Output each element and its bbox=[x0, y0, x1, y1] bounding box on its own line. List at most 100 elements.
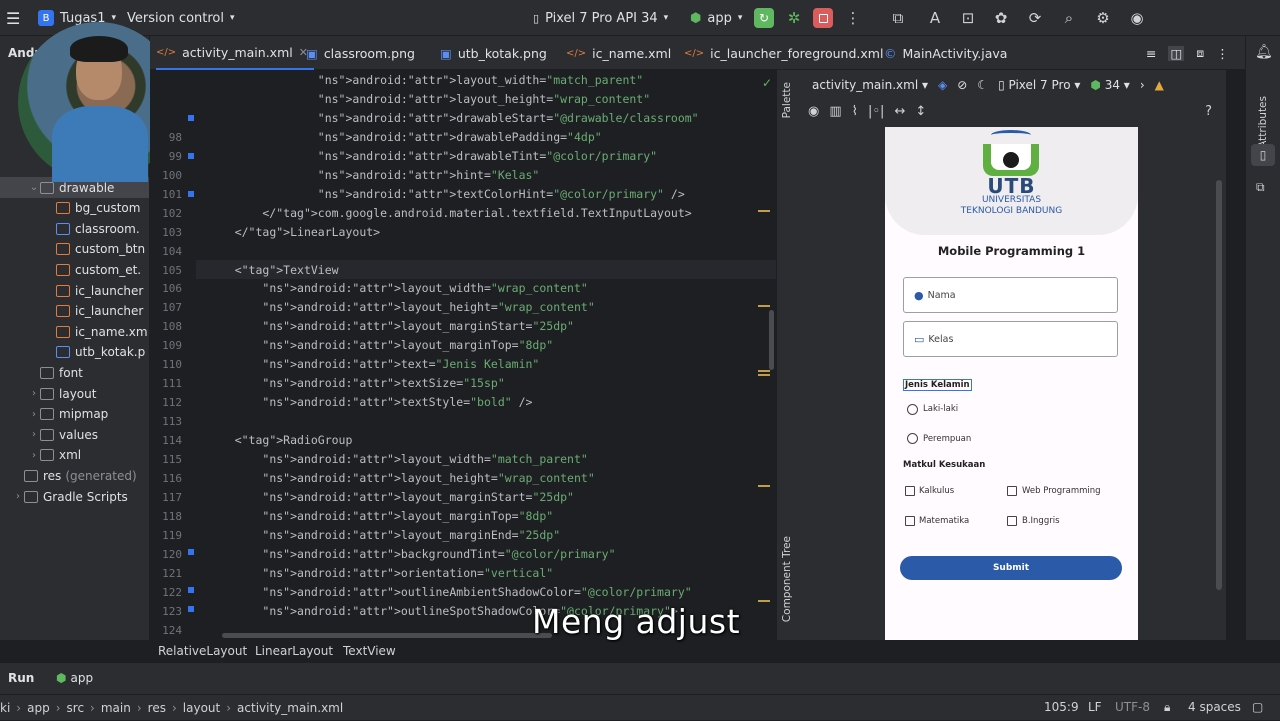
tree-item[interactable]: bg_custom bbox=[0, 198, 149, 219]
path-segment[interactable]: activity_main.xml bbox=[237, 701, 343, 715]
phone-preview[interactable]: UTB UNIVERSITAS TEKNOLOGI BANDUNG Mobile… bbox=[885, 127, 1138, 640]
code-editor[interactable]: "ns">android:"attr">layout_width="match_… bbox=[150, 70, 776, 640]
checkbox-b-inggris[interactable] bbox=[1007, 516, 1017, 526]
device-mirror-button[interactable]: ⊡ bbox=[958, 8, 978, 28]
nama-field[interactable]: ● Nama bbox=[903, 277, 1118, 313]
design-device-selector[interactable]: ▯ Pixel 7 Pro ▾ bbox=[998, 78, 1080, 92]
breadcrumb-relativelayout[interactable]: RelativeLayout bbox=[158, 640, 247, 662]
design-scrollbar[interactable] bbox=[1216, 180, 1222, 590]
blueprint-icon[interactable]: ⊘ bbox=[957, 78, 967, 92]
path-segment[interactable]: main bbox=[101, 701, 131, 715]
inspection-ok-icon[interactable]: ✓ bbox=[762, 76, 772, 90]
tree-item[interactable]: classroom. bbox=[0, 218, 149, 239]
warning-stripe[interactable] bbox=[758, 370, 770, 372]
stop-button[interactable] bbox=[813, 8, 833, 28]
run-tab[interactable]: Run bbox=[8, 671, 34, 685]
eye-icon[interactable]: ◉ bbox=[808, 104, 819, 119]
tree-item[interactable]: utb_kotak.p bbox=[0, 342, 149, 363]
tab-main-activity-java[interactable]: © MainActivity.java bbox=[884, 36, 1007, 70]
vertical-scrollbar[interactable] bbox=[769, 310, 774, 370]
indent-setting[interactable]: 4 spaces bbox=[1188, 700, 1241, 714]
chevron-right-icon[interactable]: › bbox=[1140, 78, 1145, 92]
tree-item[interactable]: custom_btn bbox=[0, 239, 149, 260]
horizontal-scrollbar[interactable] bbox=[222, 633, 552, 638]
file-encoding[interactable]: UTF-8 bbox=[1115, 700, 1150, 714]
night-mode-icon[interactable]: ☾ bbox=[977, 78, 988, 92]
line-separator[interactable]: LF bbox=[1088, 700, 1102, 714]
checkbox-kalkulus[interactable] bbox=[905, 486, 915, 496]
tree-item[interactable]: › values bbox=[0, 424, 149, 445]
attributes-tab[interactable]: Attributes bbox=[1257, 96, 1269, 148]
warning-stripe[interactable] bbox=[758, 600, 770, 602]
layout-file-selector[interactable]: activity_main.xml ▾ bbox=[812, 78, 928, 92]
tab-classroom-png[interactable]: ▣ classroom.png bbox=[306, 36, 415, 70]
jenis-kelamin-label[interactable]: Jenis Kelamin bbox=[903, 379, 972, 391]
tab-utb-kotak-png[interactable]: ▣ utb_kotak.png bbox=[440, 36, 547, 70]
design-mode-icon[interactable]: ◈ bbox=[938, 78, 947, 92]
tree-item[interactable]: ic_launcher bbox=[0, 301, 149, 322]
lock-icon[interactable]: 🔒︎ bbox=[1164, 700, 1170, 715]
debug-button[interactable]: ✲ bbox=[784, 8, 804, 28]
settings-button[interactable]: ⚙ bbox=[1093, 8, 1113, 28]
path-segment[interactable]: app bbox=[27, 701, 50, 715]
submit-button[interactable]: Submit bbox=[900, 556, 1122, 580]
columns-icon[interactable]: ▥ bbox=[829, 104, 841, 119]
version-control-menu[interactable]: Version control ▾ bbox=[127, 0, 235, 36]
radio-laki-laki[interactable] bbox=[907, 404, 918, 415]
tree-item[interactable]: › mipmap bbox=[0, 404, 149, 425]
tree-item[interactable]: › Gradle Scripts bbox=[0, 486, 149, 507]
running-devices-icon[interactable]: ▯ bbox=[1251, 144, 1275, 166]
sdk-manager-button[interactable]: ✿ bbox=[991, 8, 1011, 28]
more-vertical-icon[interactable]: ⋮ bbox=[1216, 46, 1229, 61]
checkbox-matematika[interactable] bbox=[905, 516, 915, 526]
magnet-icon[interactable]: ⌇ bbox=[852, 104, 858, 119]
component-tree-tab[interactable]: Component Tree bbox=[781, 536, 793, 622]
gradle-sync-button[interactable]: ⟳ bbox=[1025, 8, 1045, 28]
tree-item[interactable]: ic_launcher bbox=[0, 280, 149, 301]
tab-ic-launcher-foreground[interactable]: </> ic_launcher_foreground.xml bbox=[684, 36, 883, 70]
path-segment[interactable]: ki bbox=[0, 701, 10, 715]
design-view-icon[interactable]: ⧈ bbox=[1196, 45, 1204, 61]
help-icon[interactable]: ? bbox=[1205, 104, 1212, 119]
split-view-icon[interactable]: ◫ bbox=[1168, 45, 1185, 61]
tab-activity-main[interactable]: </> activity_main.xml ✕ bbox=[156, 36, 314, 70]
tree-item[interactable]: font bbox=[0, 362, 149, 383]
run-app-tab[interactable]: ⬢ app bbox=[56, 671, 93, 685]
device-manager-button[interactable]: ⧉ bbox=[888, 8, 908, 28]
tree-item[interactable]: custom_et. bbox=[0, 259, 149, 280]
path-segment[interactable]: res bbox=[148, 701, 166, 715]
kelas-field[interactable]: ▭ Kelas bbox=[903, 321, 1118, 357]
tab-ic-name-xml[interactable]: </> ic_name.xml bbox=[566, 36, 671, 70]
code-view-icon[interactable]: ≡ bbox=[1146, 46, 1156, 61]
run-config-selector[interactable]: ⬢ app ▾ bbox=[690, 0, 742, 36]
warning-stripe[interactable] bbox=[758, 305, 770, 307]
tree-item[interactable]: ic_name.xm bbox=[0, 321, 149, 342]
api-level-selector[interactable]: ⬢ 34 ▾ bbox=[1090, 78, 1129, 92]
checkbox-web-programming[interactable] bbox=[1007, 486, 1017, 496]
breadcrumb-textview[interactable]: TextView bbox=[343, 640, 396, 662]
palette-tab[interactable]: Palette bbox=[781, 82, 793, 118]
apply-changes-button[interactable]: ↻ bbox=[754, 8, 774, 28]
guideline-icon[interactable]: |◦| bbox=[868, 104, 884, 119]
radio-perempuan[interactable] bbox=[907, 433, 918, 444]
path-segment[interactable]: src bbox=[67, 701, 85, 715]
vertical-resize-icon[interactable]: ↕ bbox=[915, 104, 926, 119]
memory-indicator-icon[interactable]: ▢ bbox=[1252, 700, 1263, 714]
translate-button[interactable]: A bbox=[925, 8, 945, 28]
warning-stripe[interactable] bbox=[758, 485, 770, 487]
breadcrumb-linearlayout[interactable]: LinearLayout bbox=[255, 640, 333, 662]
cursor-position[interactable]: 105:9 bbox=[1044, 700, 1079, 714]
horizontal-resize-icon[interactable]: ↔ bbox=[894, 104, 905, 119]
notifications-icon[interactable]: 🔔︎ bbox=[1255, 44, 1273, 60]
search-button[interactable]: ⌕ bbox=[1059, 8, 1079, 28]
main-menu-button[interactable]: ☰ bbox=[6, 0, 20, 36]
tree-item[interactable]: › layout bbox=[0, 383, 149, 404]
warning-stripe[interactable] bbox=[758, 210, 770, 212]
tree-item[interactable]: res (generated) bbox=[0, 465, 149, 486]
more-actions-button[interactable]: ⋮ bbox=[843, 8, 863, 28]
account-button[interactable]: ◉ bbox=[1127, 8, 1147, 28]
tree-item[interactable]: › xml bbox=[0, 445, 149, 466]
path-segment[interactable]: layout bbox=[183, 701, 220, 715]
device-selector[interactable]: ▯ Pixel 7 Pro API 34 ▾ bbox=[533, 0, 668, 36]
device-explorer-icon[interactable]: ⧉ bbox=[1256, 180, 1265, 195]
